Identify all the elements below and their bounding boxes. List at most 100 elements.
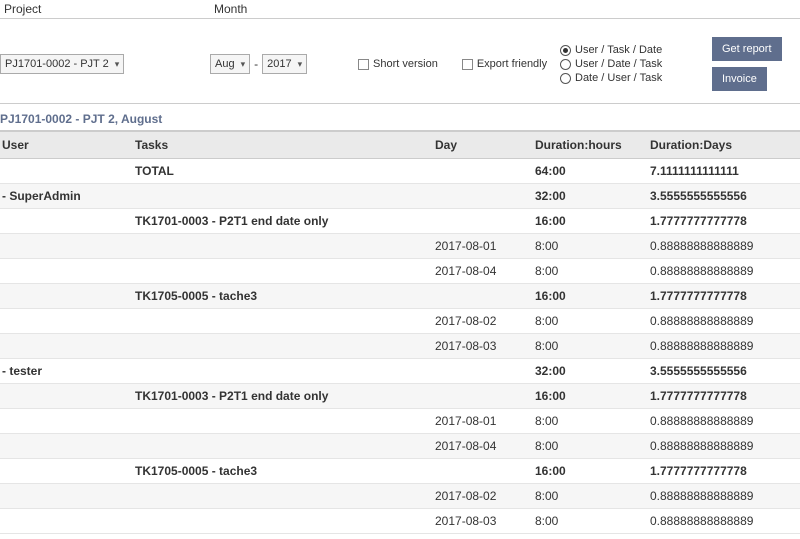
task-row: TK1705-0005 - tache3 16:001.7777777777778 — [0, 284, 800, 309]
user-hours: 32:00 — [535, 364, 650, 378]
total-label: TOTAL — [135, 164, 435, 178]
empty — [135, 189, 435, 203]
grouping-radio-label: Date / User / Task — [575, 72, 662, 84]
col-day: Day — [435, 138, 535, 152]
empty — [0, 514, 135, 528]
entry-day: 2017-08-01 — [435, 239, 535, 253]
export-friendly-checkbox[interactable]: Export friendly — [462, 58, 547, 70]
empty — [0, 264, 135, 278]
month-label: Month — [210, 0, 350, 18]
entry-days: 0.88888888888889 — [650, 264, 800, 278]
entry-hours: 8:00 — [535, 339, 650, 353]
entry-row: 2017-08-018:000.88888888888889 — [0, 234, 800, 259]
user-name: - SuperAdmin — [0, 189, 135, 203]
entry-row: 2017-08-028:000.88888888888889 — [0, 309, 800, 334]
user-days: 3.5555555555556 — [650, 189, 800, 203]
user-days: 3.5555555555556 — [650, 364, 800, 378]
controls-row: PJ1701-0002 - PJT 2 ▾ Aug ▾ - 2017 ▾ Sho… — [0, 19, 800, 104]
entry-row: 2017-08-048:000.88888888888889 — [0, 259, 800, 284]
entry-days: 0.88888888888889 — [650, 314, 800, 328]
empty — [435, 189, 535, 203]
empty — [435, 364, 535, 378]
empty — [435, 214, 535, 228]
empty — [135, 314, 435, 328]
total-hours: 64:00 — [535, 164, 650, 178]
table-header: User Tasks Day Duration:hours Duration:D… — [0, 131, 800, 159]
short-version-checkbox[interactable]: Short version — [358, 58, 438, 70]
task-hours: 16:00 — [535, 289, 650, 303]
total-days: 7.1111111111111 — [650, 164, 800, 178]
task-row: TK1705-0005 - tache316:001.7777777777778 — [0, 459, 800, 484]
task-days: 1.7777777777778 — [650, 214, 800, 228]
task-name: TK1701-0003 - P2T1 end date only — [135, 214, 435, 228]
user-row: - SuperAdmin 32:003.5555555555556 — [0, 184, 800, 209]
radio-icon — [560, 59, 571, 70]
checkbox-icon — [358, 59, 369, 70]
task-hours: 16:00 — [535, 389, 650, 403]
empty — [135, 339, 435, 353]
task-days: 1.7777777777778 — [650, 464, 800, 478]
entry-day: 2017-08-03 — [435, 514, 535, 528]
grouping-radio-1[interactable]: User / Date / Task — [560, 58, 700, 70]
grouping-radio-0[interactable]: User / Task / Date — [560, 44, 700, 56]
short-version-label: Short version — [373, 58, 438, 70]
month-select-value: Aug — [215, 58, 235, 70]
entry-hours: 8:00 — [535, 514, 650, 528]
entry-row: 2017-08-048:000.88888888888889 — [0, 434, 800, 459]
empty — [135, 364, 435, 378]
entry-day: 2017-08-03 — [435, 339, 535, 353]
empty — [135, 439, 435, 453]
project-select-value: PJ1701-0002 - PJT 2 — [5, 58, 109, 70]
filter-header: Project Month — [0, 0, 800, 19]
entry-days: 0.88888888888889 — [650, 239, 800, 253]
user-hours: 32:00 — [535, 189, 650, 203]
project-label: Project — [0, 0, 210, 18]
empty — [135, 514, 435, 528]
entry-hours: 8:00 — [535, 439, 650, 453]
grouping-radio-2[interactable]: Date / User / Task — [560, 72, 700, 84]
col-duration-hours: Duration:hours — [535, 138, 650, 152]
entry-days: 0.88888888888889 — [650, 339, 800, 353]
radio-icon — [560, 45, 571, 56]
total-row: TOTAL 64:007.1111111111111 — [0, 159, 800, 184]
empty — [0, 439, 135, 453]
empty — [0, 289, 135, 303]
grouping-radios: User / Task / Date User / Date / Task Date… — [560, 44, 700, 84]
task-hours: 16:00 — [535, 464, 650, 478]
task-days: 1.7777777777778 — [650, 389, 800, 403]
export-friendly-label: Export friendly — [477, 58, 547, 70]
empty — [0, 339, 135, 353]
month-select[interactable]: Aug ▾ — [210, 54, 250, 74]
task-row: TK1701-0003 - P2T1 end date only16:001.7… — [0, 384, 800, 409]
month-year-separator: - — [254, 57, 258, 71]
entry-days: 0.88888888888889 — [650, 514, 800, 528]
user-row: - tester 32:003.5555555555556 — [0, 359, 800, 384]
empty — [0, 314, 135, 328]
empty — [0, 489, 135, 503]
user-name: - tester — [0, 364, 135, 378]
entry-days: 0.88888888888889 — [650, 489, 800, 503]
empty — [435, 464, 535, 478]
entry-day: 2017-08-01 — [435, 414, 535, 428]
empty — [0, 389, 135, 403]
entry-hours: 8:00 — [535, 314, 650, 328]
entry-row: 2017-08-038:000.88888888888889 — [0, 334, 800, 359]
grouping-radio-label: User / Task / Date — [575, 44, 662, 56]
year-select[interactable]: 2017 ▾ — [262, 54, 307, 74]
entry-day: 2017-08-04 — [435, 264, 535, 278]
get-report-button[interactable]: Get report — [712, 37, 782, 61]
empty — [435, 164, 535, 178]
task-name: TK1705-0005 - tache3 — [135, 289, 435, 303]
empty — [135, 414, 435, 428]
empty — [0, 164, 135, 178]
project-select[interactable]: PJ1701-0002 - PJT 2 ▾ — [0, 54, 124, 74]
empty — [135, 264, 435, 278]
task-days: 1.7777777777778 — [650, 289, 800, 303]
invoice-button[interactable]: Invoice — [712, 67, 767, 91]
entry-day: 2017-08-04 — [435, 439, 535, 453]
chevron-down-icon: ▾ — [298, 59, 303, 70]
year-select-value: 2017 — [267, 58, 291, 70]
entry-hours: 8:00 — [535, 239, 650, 253]
empty — [435, 289, 535, 303]
col-user: User — [0, 138, 135, 152]
